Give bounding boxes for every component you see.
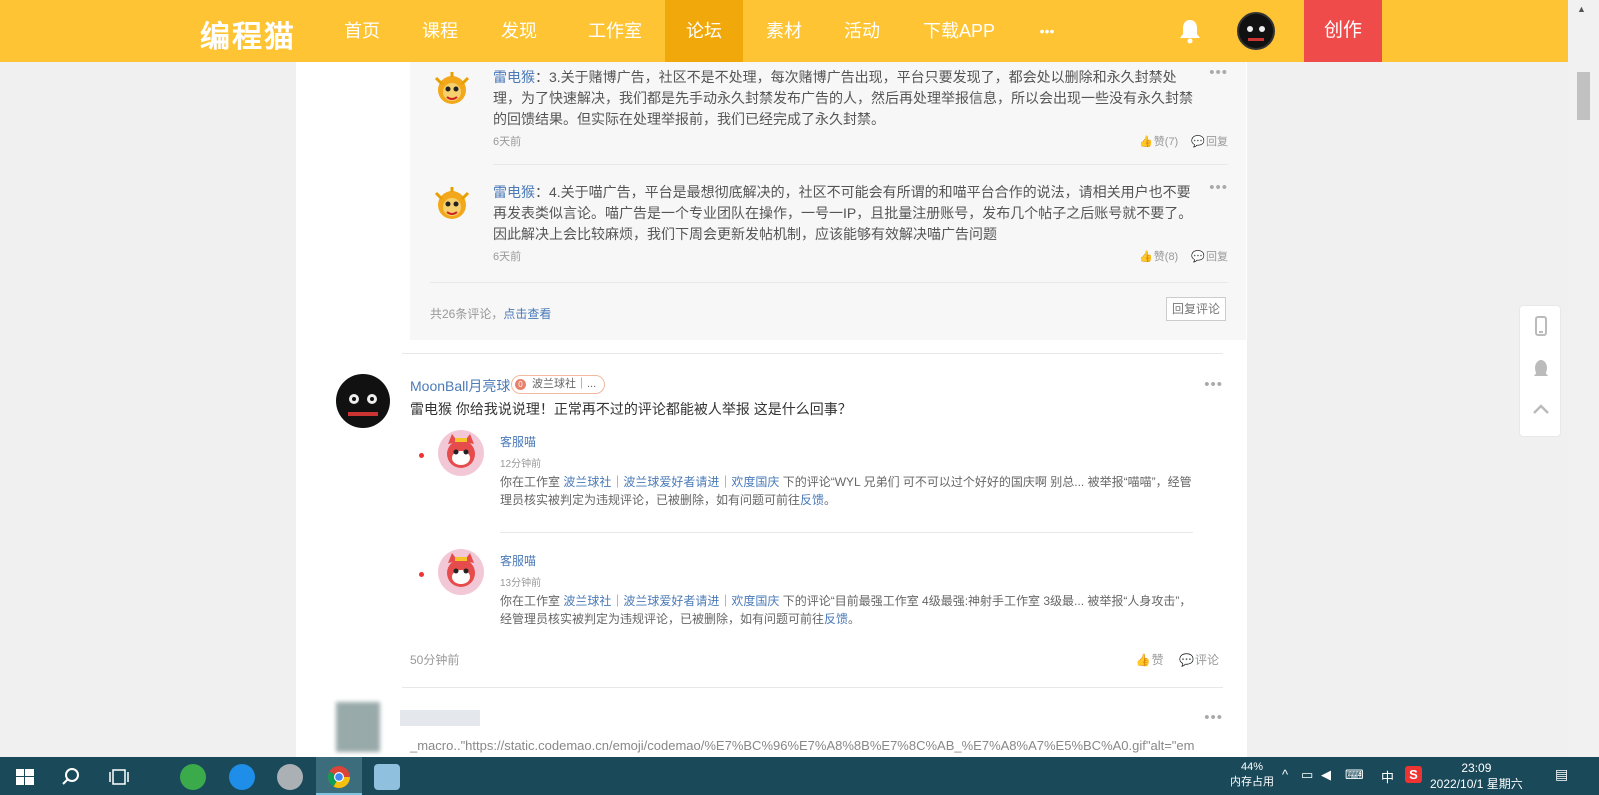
app-gray-icon[interactable]: [277, 764, 303, 790]
nav-studio[interactable]: 工作室: [575, 0, 655, 62]
reply-author[interactable]: 雷电猴: [493, 69, 535, 85]
studio-link[interactable]: 波兰球社｜波兰球爱好者请进｜欢度国庆: [563, 594, 779, 608]
studio-badge[interactable]: 0 波兰球社｜...: [511, 375, 606, 394]
blurred-avatar[interactable]: [336, 702, 380, 752]
comment-time: 50分钟前: [410, 653, 460, 667]
more-icon[interactable]: •••: [1209, 179, 1228, 196]
clock[interactable]: 23:09 2022/10/1 星期六: [1430, 760, 1523, 792]
notice-sender[interactable]: 客服喵: [500, 433, 536, 450]
notepad-icon[interactable]: [374, 764, 400, 790]
service-cat-avatar[interactable]: [438, 430, 484, 476]
like-button[interactable]: 👍赞(7): [1139, 136, 1178, 148]
reply-time: 6天前: [493, 251, 522, 263]
scrollbar-thumb[interactable]: [1577, 72, 1590, 120]
comment-text: 雷电猴 你给我说说理！正常再不过的评论都能被人举报 这是什么回事？: [410, 401, 852, 417]
taskbar: 44% 内存占用 ^ ▭ ◀ ⌨ 中 S 23:09 2022/10/1 星期六 ▤: [0, 757, 1599, 795]
reply-text: 雷电猴：4.关于喵广告，平台是最想彻底解决的，社区不可能会有所谓的和喵平台合作的…: [493, 184, 1193, 242]
ime-mode[interactable]: 中: [1381, 767, 1394, 786]
side-toolbar: [1519, 305, 1561, 437]
network-icon[interactable]: ▭: [1301, 767, 1313, 783]
nav-materials[interactable]: 素材: [752, 0, 816, 62]
service-cat-avatar[interactable]: [438, 549, 484, 595]
divider: [430, 282, 1228, 283]
commenter-name[interactable]: MoonBall月亮球: [410, 376, 510, 396]
divider: [402, 687, 1223, 688]
memory-usage[interactable]: 44% 内存占用: [1230, 760, 1274, 790]
nav-courses[interactable]: 课程: [408, 0, 472, 62]
scrollbar[interactable]: ▲: [1568, 0, 1599, 757]
reply-author[interactable]: 雷电猴: [493, 184, 535, 200]
next-comment-text: _macro.."https://static.codemao.cn/emoji…: [410, 738, 1195, 753]
notification-icon[interactable]: ▤: [1555, 766, 1575, 784]
commenter-avatar[interactable]: [336, 374, 390, 428]
feedback-link[interactable]: 反馈: [800, 493, 824, 507]
unread-dot: [419, 453, 424, 458]
studio-link[interactable]: 波兰球社｜波兰球爱好者请进｜欢度国庆: [563, 475, 779, 489]
nav-more[interactable]: •••: [1022, 0, 1072, 62]
reply-button[interactable]: 💬回复: [1191, 136, 1228, 148]
reply-actions: 👍赞(8) 💬回复: [1129, 248, 1228, 264]
reply-summary: 共26条评论，点击查看: [430, 307, 552, 321]
monkey-avatar[interactable]: [432, 185, 472, 225]
nav-forum[interactable]: 论坛: [665, 0, 743, 62]
reply-list: 雷电猴：3.关于赌博广告，社区不是不处理，每次赌博广告出现，平台只要发现了，都会…: [410, 62, 1246, 340]
browser-blue-icon[interactable]: [229, 764, 255, 790]
comment-actions: 👍赞 💬评论: [1124, 651, 1219, 668]
unread-dot: [419, 572, 424, 577]
reply-actions: 👍赞(7) 💬回复: [1129, 133, 1228, 149]
nav-download-app[interactable]: 下载APP: [912, 0, 1006, 62]
reply-time: 6天前: [493, 136, 522, 148]
bell-icon[interactable]: [1178, 18, 1202, 44]
reply-text: 雷电猴：3.关于赌博广告，社区不是不处理，每次赌博广告出现，平台只要发现了，都会…: [493, 69, 1193, 127]
create-button[interactable]: 创作: [1304, 0, 1382, 62]
divider: [500, 532, 1193, 533]
badge-level: 0: [515, 379, 526, 390]
tray-chevron-icon[interactable]: ^: [1282, 767, 1288, 782]
phone-icon[interactable]: [1531, 316, 1551, 336]
top-nav: 编程猫 首页 课程 发现 工作室 论坛 素材 活动 下载APP ••• 创作: [0, 0, 1568, 62]
search-icon[interactable]: [58, 764, 84, 790]
chrome-icon[interactable]: [326, 764, 352, 790]
app-green-icon[interactable]: [180, 764, 206, 790]
like-button[interactable]: 👍赞(8): [1139, 251, 1178, 263]
qq-icon[interactable]: [1531, 358, 1551, 378]
keyboard-icon[interactable]: ⌨: [1345, 767, 1364, 783]
monkey-avatar[interactable]: [432, 70, 472, 110]
divider: [402, 353, 1223, 354]
notice-sender[interactable]: 客服喵: [500, 552, 536, 569]
notice-time: 13分钟前: [500, 578, 542, 589]
back-to-top-icon[interactable]: [1531, 400, 1551, 420]
reply-comment-button[interactable]: 回复评论: [1166, 297, 1226, 321]
site-logo[interactable]: 编程猫: [200, 12, 296, 56]
comment-button[interactable]: 💬评论: [1179, 653, 1219, 667]
scroll-up-icon[interactable]: ▲: [1577, 4, 1586, 14]
notice-text: 你在工作室 波兰球社｜波兰球爱好者请进｜欢度国庆 下的评论“目前最强工作室 4级…: [500, 594, 1192, 626]
feedback-link[interactable]: 反馈: [824, 612, 848, 626]
task-view-icon[interactable]: [106, 764, 132, 790]
more-icon[interactable]: •••: [1209, 64, 1228, 81]
nav-events[interactable]: 活动: [830, 0, 894, 62]
nav-home[interactable]: 首页: [330, 0, 394, 62]
notice-text: 你在工作室 波兰球社｜波兰球爱好者请进｜欢度国庆 下的评论“WYL 兄弟们 可不…: [500, 475, 1192, 507]
windows-start-icon[interactable]: [12, 764, 38, 790]
main-content: 雷电猴：3.关于赌博广告，社区不是不处理，每次赌博广告出现，平台只要发现了，都会…: [296, 62, 1247, 757]
divider: [493, 164, 1228, 165]
blurred-username[interactable]: [400, 710, 480, 726]
volume-icon[interactable]: ◀: [1321, 767, 1331, 783]
view-all-link[interactable]: 点击查看: [503, 307, 551, 321]
nav-discover[interactable]: 发现: [487, 0, 551, 62]
more-icon[interactable]: •••: [1204, 376, 1223, 393]
like-button[interactable]: 👍赞: [1136, 653, 1164, 667]
user-avatar[interactable]: [1237, 12, 1275, 50]
notice-time: 12分钟前: [500, 459, 542, 470]
sogou-ime-icon[interactable]: S: [1405, 766, 1422, 783]
reply-button[interactable]: 💬回复: [1191, 251, 1228, 263]
more-icon[interactable]: •••: [1204, 709, 1223, 726]
